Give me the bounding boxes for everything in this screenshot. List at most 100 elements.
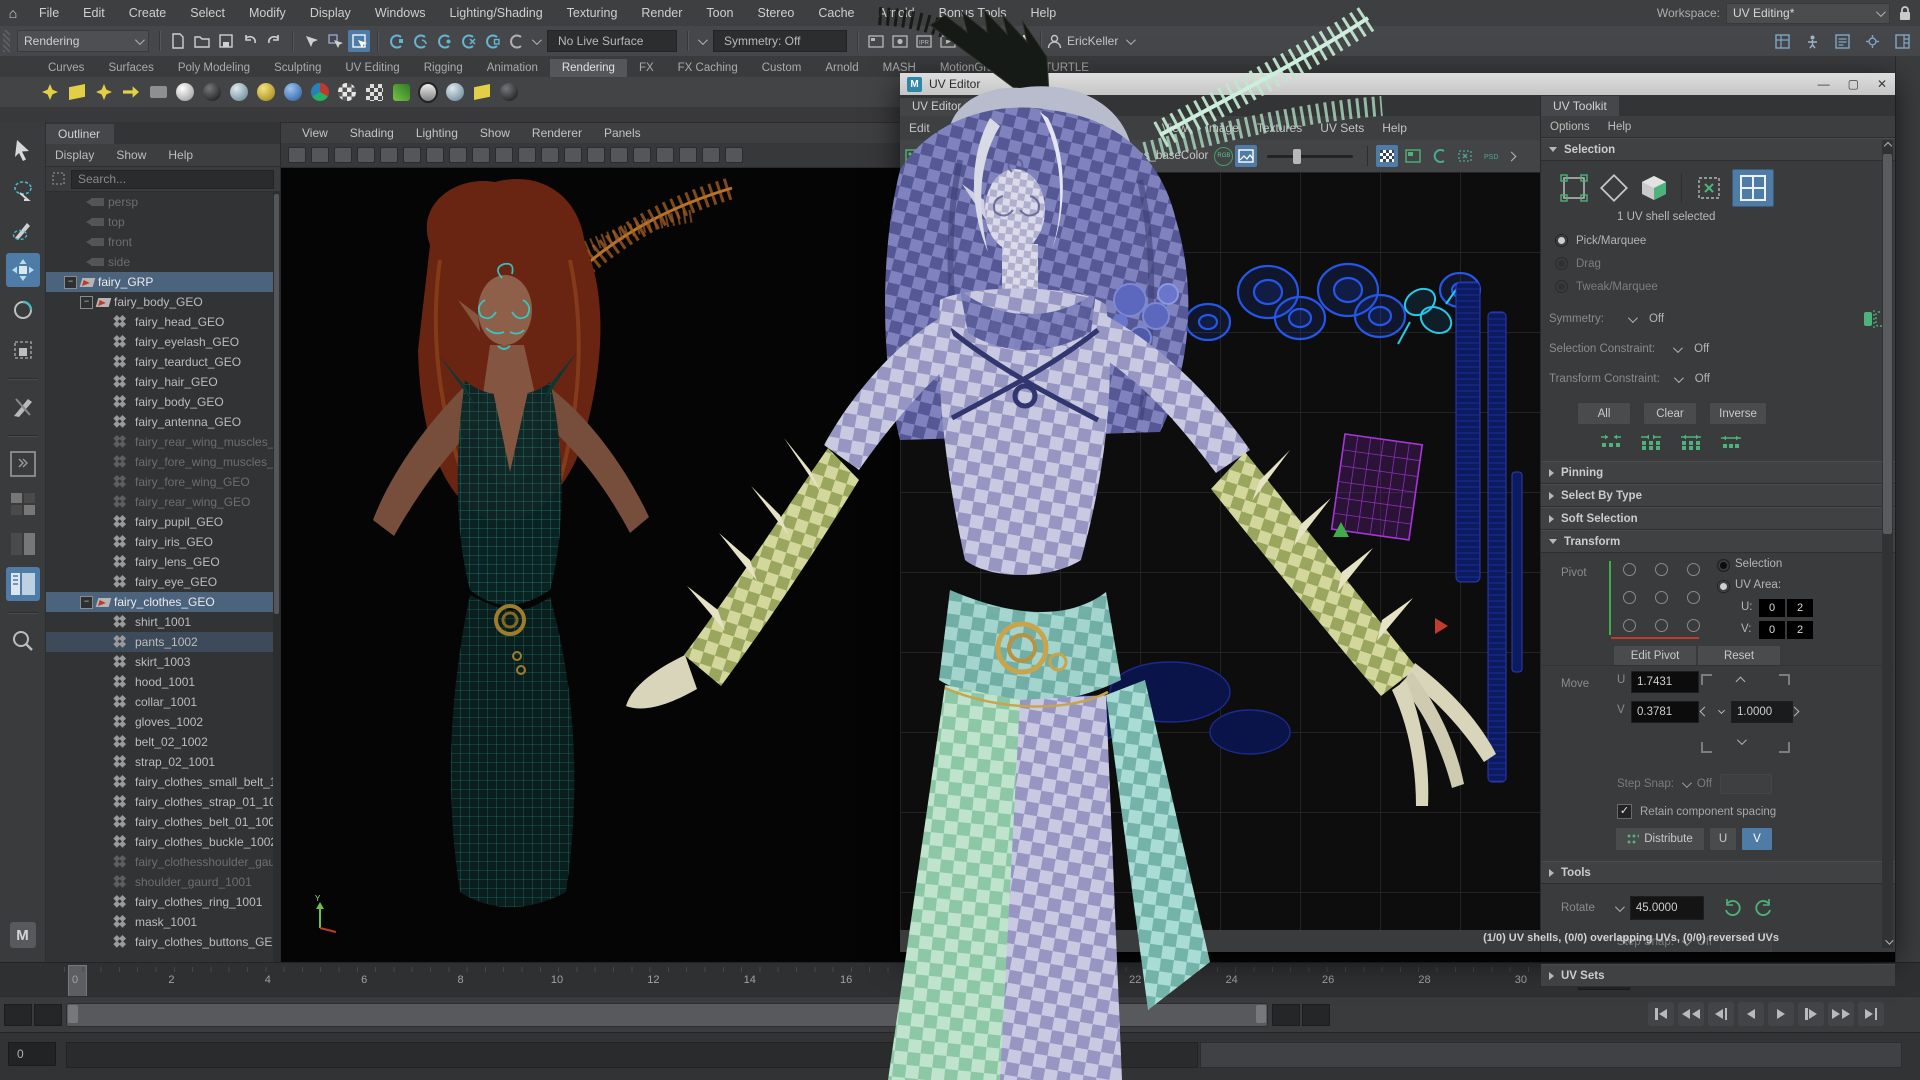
- outliner-scrollbar[interactable]: [273, 192, 280, 962]
- shelf-item[interactable]: [229, 82, 249, 102]
- toolkit-menu-item[interactable]: Help: [1599, 121, 1641, 133]
- scroll-thumb[interactable]: [1883, 154, 1892, 534]
- pause-icon[interactable]: [1016, 35, 1026, 48]
- select-uv-shell-icon[interactable]: [1732, 169, 1774, 207]
- outliner-row[interactable]: − strap_02_1001: [46, 752, 273, 772]
- shelf-item[interactable]: [445, 82, 465, 102]
- uv-area-u-min[interactable]: 0: [1759, 599, 1785, 617]
- shade-uvs-icon[interactable]: [1454, 145, 1476, 167]
- snap-grid-icon[interactable]: [385, 30, 407, 52]
- ipr-render-icon[interactable]: IPR: [913, 30, 935, 52]
- outliner-row[interactable]: − side: [46, 252, 273, 272]
- toolkit-menu-item[interactable]: Options: [1541, 121, 1599, 133]
- timeline-tick[interactable]: 8: [450, 974, 472, 986]
- shelf-tab[interactable]: Curves: [36, 59, 96, 77]
- move-u-field[interactable]: 1.7431: [1631, 671, 1699, 693]
- uv-toolkit-tab[interactable]: UV Toolkit: [1541, 96, 1619, 116]
- pivot-pos[interactable]: [1623, 563, 1636, 576]
- select-face-icon[interactable]: [1637, 171, 1671, 205]
- timeline-tick[interactable]: 22: [1124, 974, 1146, 986]
- pivot-pos[interactable]: [1655, 619, 1668, 632]
- play-backwards-button[interactable]: [1738, 1002, 1764, 1026]
- menu-item[interactable]: Render: [630, 6, 693, 20]
- select-range-icon[interactable]: [1719, 433, 1743, 451]
- outliner-row[interactable]: − fairy_rear_wing_GEO: [46, 492, 273, 512]
- radio-pivot-selection[interactable]: [1717, 559, 1730, 572]
- checker-swatch-icon[interactable]: [928, 145, 950, 167]
- shrink-selection-icon[interactable]: [1599, 433, 1623, 451]
- distribute-u-button[interactable]: U: [1709, 827, 1737, 851]
- timeline-tick[interactable]: 30: [1510, 974, 1532, 986]
- playback-speed-field[interactable]: 0: [8, 1042, 56, 1066]
- zoom-tool-icon[interactable]: [6, 624, 40, 658]
- viewport-menu-item[interactable]: Lighting: [406, 126, 468, 140]
- uv-area-v-max[interactable]: 2: [1787, 621, 1813, 639]
- timeline-tick[interactable]: 10: [546, 974, 568, 986]
- outliner-row[interactable]: − fairy_body_GEO: [46, 292, 273, 312]
- launch-render-icon[interactable]: [985, 30, 1007, 52]
- pivot-pos[interactable]: [1687, 591, 1700, 604]
- workspace-dropdown[interactable]: UV Editing*: [1726, 3, 1890, 24]
- step-dropdown-icon[interactable]: [1718, 707, 1725, 714]
- chevron-down-icon[interactable]: [1615, 902, 1625, 912]
- paint-select-tool-icon[interactable]: [6, 213, 40, 247]
- shelf-tab[interactable]: Rigging: [412, 59, 475, 77]
- go-to-start-button[interactable]: [1648, 1002, 1674, 1026]
- attribute-editor-toggle-icon[interactable]: [1831, 30, 1853, 52]
- pivot-pos[interactable]: [1655, 563, 1668, 576]
- timeline-tick[interactable]: 12: [642, 974, 664, 986]
- outliner-row[interactable]: − top: [46, 212, 273, 232]
- selection-constraint-value[interactable]: Off: [1694, 343, 1709, 355]
- snap-projected-center-icon[interactable]: [457, 30, 479, 52]
- timeline-tick[interactable]: 24: [1221, 974, 1243, 986]
- layout-four-pane-icon[interactable]: [6, 487, 40, 521]
- move-left-button[interactable]: [1700, 707, 1710, 717]
- outliner-row[interactable]: − fairy_clothes_buckle_1002: [46, 832, 273, 852]
- pivot-pos[interactable]: [1623, 619, 1636, 632]
- radio-drag[interactable]: [1555, 257, 1568, 270]
- baked-texture-icon[interactable]: [1402, 145, 1424, 167]
- shelf-item[interactable]: [94, 82, 114, 102]
- step-back-key-button[interactable]: [1678, 1002, 1704, 1026]
- select-object-icon[interactable]: [324, 30, 346, 52]
- outliner-row[interactable]: − fairy_clothesshoulder_gaurd_: [46, 852, 273, 872]
- chevron-down-icon[interactable]: [532, 35, 542, 45]
- shelf-item[interactable]: [40, 82, 60, 102]
- shelf-item[interactable]: [283, 82, 303, 102]
- outliner-tab[interactable]: Outliner: [46, 124, 114, 144]
- menu-item[interactable]: Bonus Tools: [928, 6, 1018, 20]
- shelf-item[interactable]: [310, 82, 330, 102]
- select-hierarchy-icon[interactable]: [300, 30, 322, 52]
- move-down-right-button[interactable]: [1779, 742, 1790, 753]
- expand-toggle[interactable]: −: [64, 276, 77, 289]
- viewport-toolbar-icon[interactable]: [288, 147, 306, 163]
- uv-menu-item[interactable]: Textures: [1248, 121, 1311, 135]
- section-tools[interactable]: Tools: [1541, 861, 1895, 884]
- maya-home-icon[interactable]: ⌂: [0, 5, 26, 21]
- outliner-row[interactable]: − belt_02_1002: [46, 732, 273, 752]
- viewport-menu-item[interactable]: Shading: [340, 126, 404, 140]
- psd-network-icon[interactable]: PSD: [1480, 145, 1502, 167]
- outliner-menu-item[interactable]: Show: [107, 148, 155, 162]
- transform-constraint-value[interactable]: Off: [1695, 373, 1710, 385]
- uv-area-u-max[interactable]: 2: [1787, 599, 1813, 617]
- range-slider[interactable]: [66, 1003, 1268, 1027]
- minimize-button[interactable]: —: [1818, 77, 1830, 91]
- toolkit-scrollbar[interactable]: [1882, 140, 1893, 948]
- rotate-cw-icon[interactable]: [1752, 898, 1774, 918]
- timeline-tick[interactable]: 14: [739, 974, 761, 986]
- outliner-row[interactable]: − shirt_1001: [46, 612, 273, 632]
- grow-selection-icon[interactable]: [1639, 433, 1663, 451]
- viewport-toolbar-icon[interactable]: [725, 147, 743, 163]
- section-transform[interactable]: Transform: [1541, 530, 1895, 553]
- pixel-snap-icon[interactable]: [1428, 145, 1450, 167]
- shelf-tab[interactable]: Surfaces: [96, 59, 165, 77]
- scroll-up-icon[interactable]: [1882, 140, 1893, 152]
- new-scene-icon[interactable]: [167, 30, 189, 52]
- chevron-down-icon[interactable]: [1674, 373, 1684, 383]
- viewport-toolbar-icon[interactable]: [564, 147, 582, 163]
- outliner-search-input[interactable]: Search...: [71, 170, 274, 189]
- chevron-down-icon[interactable]: [956, 150, 966, 160]
- channel-box-toggle-icon[interactable]: [1891, 30, 1913, 52]
- outliner-row[interactable]: − fairy_clothes_ring_1001: [46, 892, 273, 912]
